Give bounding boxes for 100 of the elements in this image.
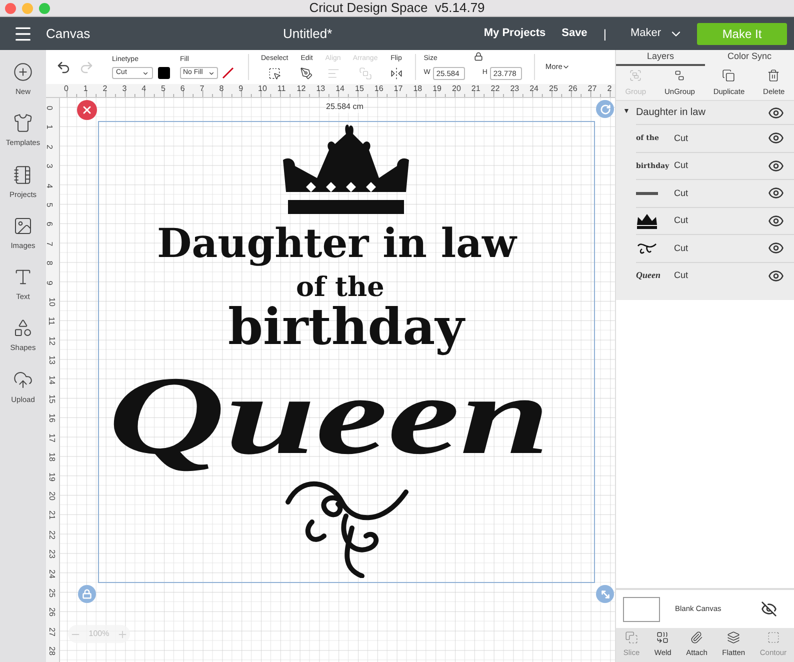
eye-icon[interactable] — [768, 268, 784, 284]
ruler-label: 16 — [374, 84, 384, 94]
slice-icon — [625, 631, 638, 644]
layer-row[interactable]: Cut — [636, 179, 794, 206]
ruler-label: 0 — [64, 84, 68, 94]
ruler-label: 23 — [46, 550, 56, 559]
script-word-artwork[interactable]: Queen — [108, 360, 550, 472]
ruler-label: 11 — [277, 84, 286, 94]
ruler-label: 13 — [46, 356, 56, 365]
serif-text-artwork[interactable]: Daughter in law — [157, 224, 516, 264]
ruler-label: 20 — [452, 84, 461, 94]
new-icon — [13, 62, 33, 82]
ruler-label: 6 — [180, 84, 185, 94]
ruler-label: 12 — [296, 84, 306, 94]
flip-icon — [390, 67, 403, 80]
pen-icon — [300, 67, 314, 80]
contour-icon — [766, 631, 780, 644]
ruler-label: 10 — [258, 84, 267, 94]
chevron-down-icon — [562, 63, 570, 71]
image-icon — [12, 216, 33, 236]
dashed-square-icon — [268, 67, 282, 80]
ruler-label: 11 — [46, 317, 56, 326]
ruler-label: 19 — [46, 472, 56, 482]
ruler-label: 28 — [46, 646, 56, 656]
eye-hidden-icon[interactable] — [761, 601, 777, 617]
document-title: Untitled* — [283, 24, 332, 43]
header-link[interactable]: Save — [562, 25, 588, 42]
ruler-label: 15 — [355, 84, 364, 94]
ruler-label: 1 — [44, 125, 54, 130]
chevron-down-icon — [142, 70, 149, 77]
ruler-label: 26 — [568, 84, 578, 94]
layer-label: Cut — [674, 242, 688, 254]
ruler-label: 9 — [238, 84, 244, 94]
ruler-label: 22 — [490, 84, 500, 94]
ruler-label: 2 — [102, 84, 108, 94]
section-title: Canvas — [46, 24, 90, 43]
undo-icon[interactable] — [56, 60, 71, 74]
ruler-label: 26 — [46, 608, 56, 617]
ruler-label: 16 — [46, 414, 56, 423]
ruler-label: 17 — [46, 433, 56, 442]
ruler-label: 27 — [588, 84, 597, 94]
ruler-label: 25 — [549, 84, 558, 94]
ruler-label: 4 — [142, 84, 146, 94]
window-title: Cricut Design Space v5.14.79 — [309, 0, 485, 18]
layer-label: Cut — [674, 159, 688, 172]
eye-icon[interactable] — [768, 212, 784, 229]
ruler-label: 5 — [44, 202, 54, 208]
trash-icon — [767, 68, 780, 82]
group-name[interactable]: Daughter in law — [636, 105, 706, 120]
cloud-upload-icon — [13, 370, 33, 390]
ruler-label: 4 — [44, 183, 54, 188]
layer-row[interactable]: Cut — [636, 234, 794, 262]
ruler-label: 21 — [46, 510, 56, 520]
ruler-label: 21 — [471, 84, 480, 94]
layer-label: Cut — [674, 269, 688, 282]
serif-text-artwork[interactable]: of the — [296, 274, 384, 301]
ruler-label: 20 — [46, 492, 56, 500]
panel-tab[interactable]: Color Sync — [705, 50, 794, 66]
weld-icon — [656, 631, 670, 644]
layer-row[interactable]: Queen Cut — [636, 262, 794, 289]
ungroup-icon — [673, 68, 686, 82]
ruler-label: 17 — [394, 84, 403, 94]
ruler-label: 0 — [44, 106, 54, 110]
eye-icon[interactable] — [768, 130, 784, 146]
canvas-swatch — [623, 596, 660, 622]
eye-icon[interactable] — [768, 240, 784, 256]
ruler-label: 8 — [44, 260, 54, 266]
ruler-label: 13 — [316, 84, 326, 94]
layer-row[interactable]: Cut — [636, 206, 794, 234]
eye-icon[interactable] — [768, 158, 784, 174]
eye-icon[interactable] — [768, 185, 784, 202]
ruler-label: 25 — [46, 588, 56, 598]
ruler-label: 2 — [44, 144, 54, 150]
machine-selector[interactable]: Maker — [630, 25, 683, 42]
layer-thumbnail: Queen — [636, 269, 662, 282]
ruler-label: 24 — [530, 84, 538, 94]
shapes-icon — [13, 318, 33, 338]
ruler-label: 24 — [46, 569, 56, 578]
width-dimension: 25.584 cm — [326, 101, 364, 113]
lock-icon[interactable] — [474, 52, 483, 62]
ruler-label: 18 — [413, 84, 422, 94]
ruler-label: 10 — [46, 298, 56, 306]
color-swatch[interactable] — [158, 67, 170, 80]
header-link[interactable]: My Projects — [484, 25, 546, 42]
group-icon — [629, 68, 642, 82]
selection-box[interactable] — [98, 121, 595, 583]
zoom-level: 100% — [88, 628, 110, 640]
align-icon — [326, 67, 340, 80]
arrange-icon — [358, 67, 372, 80]
ruler-label: 7 — [200, 84, 204, 94]
crown-icon — [636, 212, 658, 229]
ruler-label: 8 — [219, 84, 224, 94]
chevron-down-icon — [208, 70, 215, 77]
ruler-label: 12 — [46, 336, 56, 346]
ruler-label: 2 — [607, 84, 612, 94]
ruler-label: 27 — [46, 627, 56, 636]
shirt-icon — [13, 113, 33, 134]
eye-icon[interactable] — [768, 104, 784, 120]
ruler-label: 5 — [161, 84, 166, 94]
layer-label: Cut — [674, 186, 688, 200]
